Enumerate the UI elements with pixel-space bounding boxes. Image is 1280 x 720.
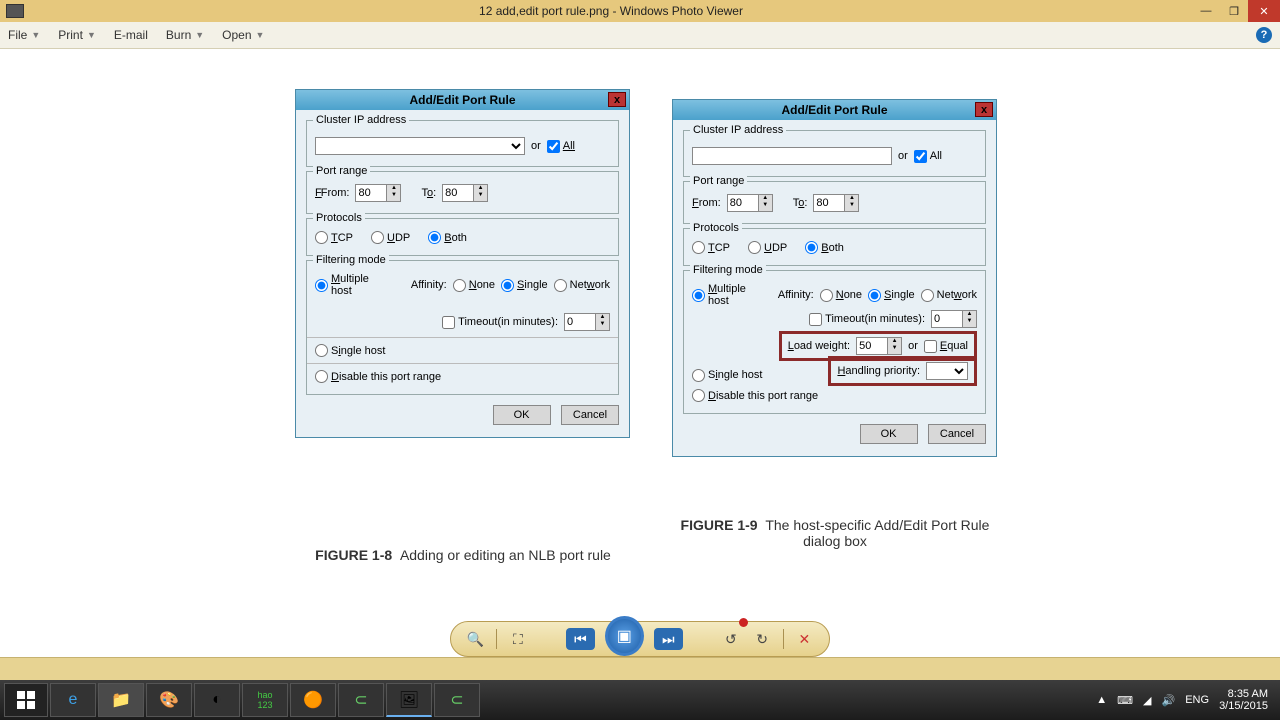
affinity-single-radio[interactable] <box>501 279 514 292</box>
dialog2-close-button[interactable]: x <box>975 102 993 117</box>
tray-up-icon[interactable]: ▲ <box>1096 694 1107 706</box>
keyboard-icon[interactable]: ⌨ <box>1117 694 1133 707</box>
proto-udp-radio[interactable] <box>748 241 761 254</box>
multiple-host-radio[interactable] <box>692 289 705 302</box>
delete-icon[interactable]: ✕ <box>794 628 815 650</box>
timeout-input[interactable] <box>565 314 595 330</box>
taskbar-app-icon[interactable]: 🎨 <box>146 683 192 717</box>
affinity-network-radio[interactable] <box>921 289 934 302</box>
port-to-input[interactable] <box>814 195 844 211</box>
timeout-checkbox[interactable] <box>809 313 822 326</box>
taskbar: e 📁 🎨 ◐ hao123 🟠 ⊂ 🖼 ⊂ ▲ ⌨ ◢ 🔊 ENG 8:35 … <box>0 680 1280 720</box>
spinner-button[interactable]: ▲▼ <box>473 185 487 201</box>
app-icon <box>6 4 24 18</box>
proto-both-radio[interactable] <box>428 231 441 244</box>
menu-file[interactable]: File▼ <box>8 28 40 42</box>
proto-both-radio[interactable] <box>805 241 818 254</box>
rotate-ccw-icon[interactable]: ↺ <box>720 628 741 650</box>
affinity-none-radio[interactable] <box>820 289 833 302</box>
menubar: File▼ Print▼ E-mail Burn▼ Open▼ ? <box>0 22 1280 49</box>
proto-udp-radio[interactable] <box>371 231 384 244</box>
tray-lang[interactable]: ENG <box>1185 694 1209 706</box>
photo-control-bar: 🔍 ⛶ ⏮ ▣ ⏭ ↺ ↻ ✕ <box>450 621 830 657</box>
single-host-radio[interactable] <box>315 344 328 357</box>
affinity-none-radio[interactable] <box>453 279 466 292</box>
single-host-radio[interactable] <box>692 369 705 382</box>
next-button[interactable]: ⏭ <box>654 628 683 650</box>
taskbar-chrome-icon[interactable]: ◐ <box>194 683 240 717</box>
help-icon[interactable]: ? <box>1256 27 1272 43</box>
minimize-button[interactable]: — <box>1192 0 1220 22</box>
menu-burn[interactable]: Burn▼ <box>166 28 204 42</box>
port-to-input[interactable] <box>443 185 473 201</box>
dialog1-close-button[interactable]: x <box>608 92 626 107</box>
start-button[interactable] <box>4 683 48 717</box>
menu-open[interactable]: Open▼ <box>222 28 264 42</box>
dialog-port-rule-1: Add/Edit Port Rule x Cluster IP address … <box>295 89 630 438</box>
taskbar-explorer-icon[interactable]: 📁 <box>98 683 144 717</box>
prev-button[interactable]: ⏮ <box>566 628 595 650</box>
multiple-host-radio[interactable] <box>315 279 328 292</box>
window-title: 12 add,edit port rule.png - Windows Phot… <box>30 4 1192 18</box>
taskbar-app-icon[interactable]: 🟠 <box>290 683 336 717</box>
all-checkbox[interactable] <box>547 140 560 153</box>
cluster-ip-input[interactable] <box>692 147 892 165</box>
dialog-port-rule-2: Add/Edit Port Rule x Cluster IP address … <box>672 99 997 457</box>
equal-checkbox[interactable] <box>924 340 937 353</box>
menu-print[interactable]: Print▼ <box>58 28 96 42</box>
disable-radio[interactable] <box>692 389 705 402</box>
status-strip <box>0 657 1280 680</box>
affinity-network-radio[interactable] <box>554 279 567 292</box>
cluster-ip-select[interactable] <box>315 137 525 155</box>
cancel-button[interactable]: Cancel <box>561 405 619 425</box>
spinner-button[interactable]: ▲▼ <box>386 185 400 201</box>
proto-tcp-radio[interactable] <box>315 231 328 244</box>
zoom-icon[interactable]: 🔍 <box>465 628 486 650</box>
wifi-icon[interactable]: ◢ <box>1143 694 1151 707</box>
taskbar-camtasia-icon[interactable]: ⊂ <box>338 683 384 717</box>
photo-viewport: Add/Edit Port Rule x Cluster IP address … <box>0 49 1280 625</box>
figure-1-8-caption: FIGURE 1-8 Adding or editing an NLB port… <box>278 547 648 563</box>
handling-priority-highlight: Handling priority: <box>828 356 977 386</box>
port-from-input[interactable] <box>728 195 758 211</box>
ok-button[interactable]: OK <box>493 405 551 425</box>
close-button[interactable]: ✕ <box>1248 0 1280 22</box>
slideshow-button[interactable]: ▣ <box>605 616 644 656</box>
window-titlebar: 12 add,edit port rule.png - Windows Phot… <box>0 0 1280 22</box>
rotate-cw-icon[interactable]: ↻ <box>751 628 772 650</box>
fit-icon[interactable]: ⛶ <box>507 628 528 650</box>
all-checkbox[interactable] <box>914 150 927 163</box>
timeout-input[interactable] <box>932 311 962 327</box>
taskbar-ie-icon[interactable]: e <box>50 683 96 717</box>
disable-radio[interactable] <box>315 370 328 383</box>
tray-clock[interactable]: 8:35 AM3/15/2015 <box>1219 688 1268 712</box>
proto-tcp-radio[interactable] <box>692 241 705 254</box>
ok-button[interactable]: OK <box>860 424 918 444</box>
dialog2-title: Add/Edit Port Rule <box>673 103 996 117</box>
taskbar-photoviewer-icon[interactable]: 🖼 <box>386 683 432 717</box>
affinity-single-radio[interactable] <box>868 289 881 302</box>
timeout-checkbox[interactable] <box>442 316 455 329</box>
dialog1-title: Add/Edit Port Rule <box>296 93 629 107</box>
port-from-input[interactable] <box>356 185 386 201</box>
maximize-button[interactable]: ❐ <box>1220 0 1248 22</box>
cancel-button[interactable]: Cancel <box>928 424 986 444</box>
cursor-indicator <box>739 618 748 627</box>
taskbar-hao-icon[interactable]: hao123 <box>242 683 288 717</box>
figure-1-9-caption: FIGURE 1-9 The host-specific Add/Edit Po… <box>670 517 1000 549</box>
menu-email[interactable]: E-mail <box>114 28 148 42</box>
load-weight-input[interactable] <box>857 338 887 354</box>
handling-priority-select[interactable] <box>926 362 968 380</box>
system-tray: ▲ ⌨ ◢ 🔊 ENG 8:35 AM3/15/2015 <box>1096 688 1276 712</box>
volume-icon[interactable]: 🔊 <box>1162 694 1176 707</box>
taskbar-app-icon[interactable]: ⊂ <box>434 683 480 717</box>
